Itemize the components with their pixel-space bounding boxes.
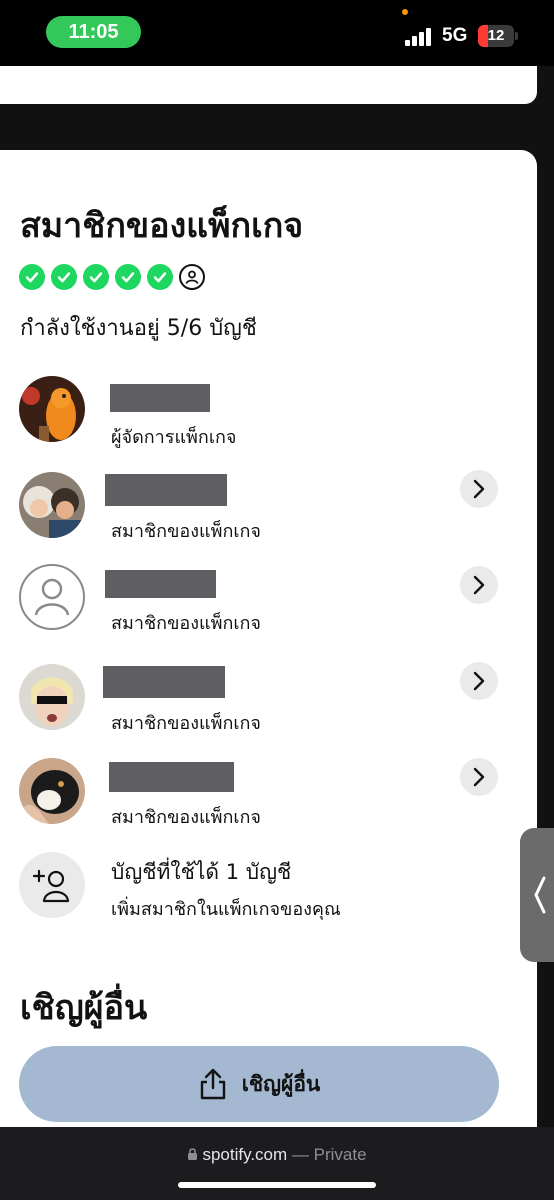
member-row[interactable]: สมาชิกของแพ็กเกจ: [19, 662, 519, 734]
battery-level: 12: [487, 27, 505, 44]
redacted-name: [110, 384, 210, 412]
redacted-name: [105, 570, 216, 598]
browser-address-bar[interactable]: spotify.com — Private: [0, 1127, 554, 1200]
members-title: สมาชิกของแพ็กเกจ: [20, 206, 304, 246]
orange-character-avatar: [19, 376, 85, 442]
battery-icon: 12: [478, 25, 514, 47]
url-domain: spotify.com: [202, 1145, 288, 1164]
chevron-right-icon[interactable]: [460, 566, 498, 604]
chevron-left-icon: [534, 876, 546, 914]
cat-avatar: [19, 758, 85, 824]
empty-seat-user-icon: [179, 264, 205, 290]
seat-indicators: [19, 264, 205, 292]
screen: 11:05 5G 12 สมาชิกของแพ็กเกจ กำลังใช้งาน…: [0, 0, 554, 1200]
chevron-right-icon[interactable]: [460, 758, 498, 796]
url-display[interactable]: spotify.com — Private: [0, 1145, 554, 1165]
redacted-name: [103, 666, 225, 698]
signal-icon: [405, 28, 435, 46]
previous-card: [0, 66, 537, 104]
network-type: 5G: [442, 25, 468, 46]
anime-characters-avatar: [19, 472, 85, 538]
chevron-right-icon[interactable]: [460, 662, 498, 700]
status-bar: 11:05 5G 12: [0, 0, 554, 66]
check-icon: [115, 264, 141, 290]
member-role: สมาชิกของแพ็กเกจ: [111, 713, 261, 734]
member-row[interactable]: สมาชิกของแพ็กเกจ: [19, 470, 519, 542]
member-row-manager[interactable]: ผู้จัดการแพ็กเกจ: [19, 376, 519, 448]
member-role: สมาชิกของแพ็กเกจ: [111, 807, 261, 828]
status-time: 11:05: [46, 16, 141, 48]
check-icon: [51, 264, 77, 290]
member-row[interactable]: สมาชิกของแพ็กเกจ: [19, 758, 519, 828]
sunglasses-meme-avatar: [19, 664, 85, 730]
invite-title: เชิญผู้อื่น: [20, 988, 148, 1028]
available-seats-subtitle: เพิ่มสมาชิกในแพ็กเกจของคุณ: [111, 899, 341, 920]
available-seats-title: บัญชีที่ใช้ได้ 1 บัญชี: [111, 860, 292, 884]
check-icon: [19, 264, 45, 290]
check-icon: [83, 264, 109, 290]
member-row[interactable]: สมาชิกของแพ็กเกจ: [19, 564, 519, 634]
invite-button[interactable]: เชิญผู้อื่น: [19, 1046, 499, 1122]
share-icon: [200, 1068, 225, 1100]
member-role: สมาชิกของแพ็กเกจ: [111, 613, 261, 634]
add-user-icon[interactable]: [19, 852, 85, 918]
member-role: สมาชิกของแพ็กเกจ: [111, 521, 261, 542]
home-indicator[interactable]: [178, 1182, 376, 1188]
privacy-indicator-icon: [402, 9, 408, 15]
invite-button-label: เชิญผู้อื่น: [241, 1071, 321, 1096]
default-user-avatar: [19, 564, 85, 630]
add-member-row[interactable]: บัญชีที่ใช้ได้ 1 บัญชี เพิ่มสมาชิกในแพ็ก…: [19, 850, 519, 920]
chevron-right-icon[interactable]: [460, 470, 498, 508]
members-card: สมาชิกของแพ็กเกจ กำลังใช้งานอยู่ 5/6 บัญ…: [0, 150, 537, 1130]
lock-icon: [188, 1148, 198, 1160]
check-icon: [147, 264, 173, 290]
member-role: ผู้จัดการแพ็กเกจ: [111, 427, 237, 448]
usage-text: กำลังใช้งานอยู่ 5/6 บัญชี: [20, 316, 257, 341]
private-mode-label: — Private: [291, 1145, 367, 1164]
redacted-name: [105, 474, 227, 506]
side-panel-handle[interactable]: [520, 828, 554, 962]
redacted-name: [109, 762, 234, 792]
